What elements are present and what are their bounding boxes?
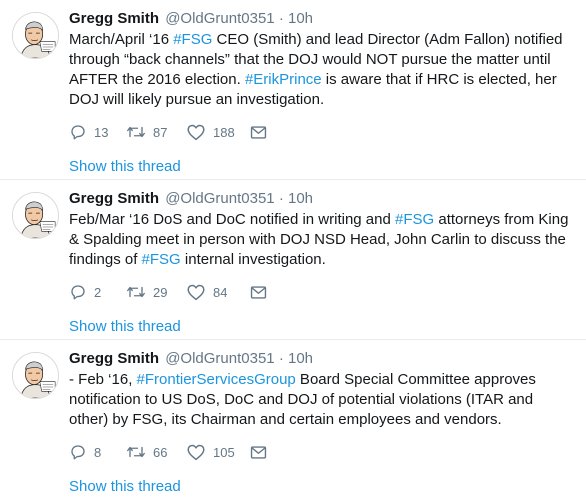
show-thread-link[interactable]: Show this thread [69, 157, 181, 177]
reply-button[interactable]: 8 [69, 443, 126, 461]
reply-count: 8 [94, 444, 102, 460]
user-handle[interactable]: @OldGrunt0351 [165, 350, 274, 367]
like-button[interactable]: 188 [186, 123, 250, 141]
timestamp[interactable]: 10h [288, 350, 313, 367]
user-handle[interactable]: @OldGrunt0351 [165, 190, 274, 207]
reply-icon [69, 443, 87, 461]
direct-message-icon [250, 125, 267, 140]
reply-count: 13 [94, 124, 109, 140]
retweet-button[interactable]: 87 [126, 123, 186, 141]
direct-message-button[interactable] [250, 285, 267, 300]
reply-button[interactable]: 13 [69, 123, 126, 141]
display-name[interactable]: Gregg Smith [69, 10, 159, 27]
tweet-text: March/April ‘16 #FSG CEO (Smith) and lea… [69, 30, 574, 110]
tweet-text-segment: - Feb ‘16, [69, 371, 137, 388]
retweet-count: 66 [153, 444, 168, 460]
tweet[interactable]: Gregg Smith @OldGrunt0351 · 10h March/Ap… [0, 0, 586, 180]
tweet-actions: 2 29 84 [69, 282, 574, 302]
tweet-actions: 13 87 188 [69, 122, 574, 142]
tweet-actions: 8 66 105 [69, 442, 574, 462]
hashtag-link[interactable]: #FrontierServicesGroup [137, 371, 296, 388]
user-handle[interactable]: @OldGrunt0351 [165, 10, 274, 27]
hashtag-link[interactable]: #ErikPrince [245, 71, 322, 88]
show-thread-link[interactable]: Show this thread [69, 317, 181, 337]
separator-dot: · [278, 10, 284, 27]
separator-dot: · [278, 350, 284, 367]
hashtag-link[interactable]: #FSG [142, 251, 181, 268]
direct-message-icon [250, 445, 267, 460]
timestamp[interactable]: 10h [288, 10, 313, 27]
retweet-icon [126, 123, 146, 141]
like-button[interactable]: 105 [186, 443, 250, 461]
like-icon [186, 443, 206, 461]
like-icon [186, 283, 206, 301]
tweet[interactable]: Gregg Smith @OldGrunt0351 · 10h - Feb ‘1… [0, 340, 586, 501]
tweet-header: Gregg Smith @OldGrunt0351 · 10h [69, 189, 574, 209]
direct-message-button[interactable] [250, 125, 267, 140]
tweet[interactable]: Gregg Smith @OldGrunt0351 · 10h Feb/Mar … [0, 180, 586, 340]
timeline: Gregg Smith @OldGrunt0351 · 10h March/Ap… [0, 0, 586, 501]
retweet-icon [126, 443, 146, 461]
retweet-count: 87 [153, 124, 168, 140]
reply-icon [69, 283, 87, 301]
tweet-text: Feb/Mar ‘16 DoS and DoC notified in writ… [69, 210, 574, 270]
tweet-text: - Feb ‘16, #FrontierServicesGroup Board … [69, 370, 574, 430]
like-count: 188 [213, 124, 235, 140]
reply-icon [69, 123, 87, 141]
display-name[interactable]: Gregg Smith [69, 190, 159, 207]
retweet-button[interactable]: 66 [126, 443, 186, 461]
retweet-button[interactable]: 29 [126, 283, 186, 301]
display-name[interactable]: Gregg Smith [69, 350, 159, 367]
avatar[interactable] [12, 352, 59, 399]
avatar[interactable] [12, 12, 59, 59]
direct-message-button[interactable] [250, 445, 267, 460]
timestamp[interactable]: 10h [288, 190, 313, 207]
like-button[interactable]: 84 [186, 283, 250, 301]
separator-dot: · [278, 190, 284, 207]
direct-message-icon [250, 285, 267, 300]
like-icon [186, 123, 206, 141]
reply-count: 2 [94, 284, 102, 300]
tweet-header: Gregg Smith @OldGrunt0351 · 10h [69, 9, 574, 29]
show-thread-link[interactable]: Show this thread [69, 477, 181, 497]
retweet-count: 29 [153, 284, 168, 300]
retweet-icon [126, 283, 146, 301]
avatar[interactable] [12, 192, 59, 239]
hashtag-link[interactable]: #FSG [395, 211, 434, 228]
reply-button[interactable]: 2 [69, 283, 126, 301]
like-count: 84 [213, 284, 228, 300]
hashtag-link[interactable]: #FSG [173, 31, 212, 48]
tweet-text-segment: internal investigation. [180, 251, 326, 268]
tweet-text-segment: March/April ‘16 [69, 31, 174, 48]
like-count: 105 [213, 444, 235, 460]
tweet-header: Gregg Smith @OldGrunt0351 · 10h [69, 349, 574, 369]
tweet-text-segment: Feb/Mar ‘16 DoS and DoC notified in writ… [69, 211, 396, 228]
